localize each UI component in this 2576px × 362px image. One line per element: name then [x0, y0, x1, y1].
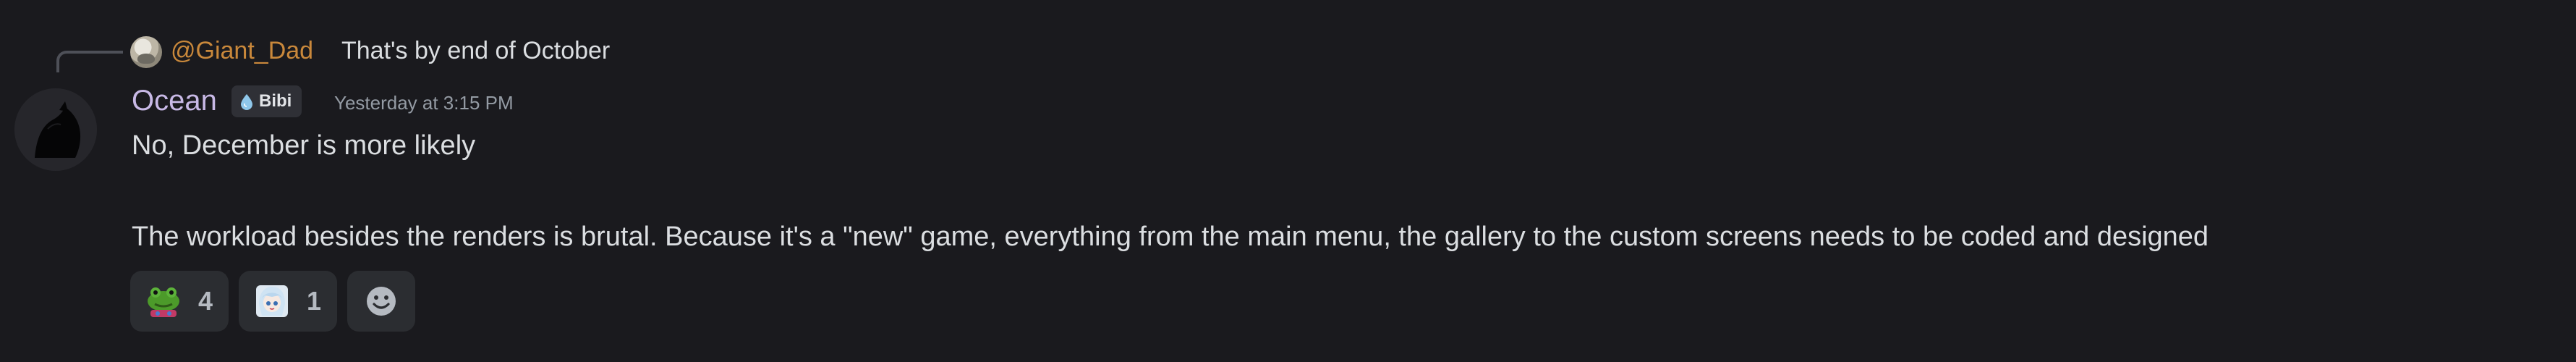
anime-girl-emoji-icon [256, 285, 289, 317]
reactions-bar: 4 1 [130, 271, 416, 332]
ocean-avatar-image [14, 88, 97, 171]
water-drop-icon [241, 94, 252, 110]
frog-emoji-icon [148, 287, 179, 317]
message-text-line: The workload besides the renders is brut… [132, 222, 2209, 252]
smiley-add-icon [367, 287, 396, 316]
reaction-count: 1 [307, 286, 322, 316]
reply-connector [56, 51, 123, 72]
message-timestamp[interactable]: Yesterday at 3:15 PM [334, 88, 514, 117]
message-text-line: No, December is more likely [132, 130, 476, 161]
reply-preview-text[interactable]: That's by end of October [341, 35, 610, 67]
role-tag[interactable]: Bibi [231, 85, 302, 117]
chat-message: @Giant_Dad That's by end of October Ocea… [0, 0, 2576, 362]
reaction-frog[interactable]: 4 [130, 271, 229, 332]
author-name[interactable]: Ocean [132, 83, 217, 119]
reaction-anime-girl[interactable]: 1 [239, 271, 338, 332]
avatar[interactable] [14, 88, 97, 171]
add-reaction-button[interactable] [347, 271, 416, 332]
reply-author-avatar[interactable] [130, 36, 162, 68]
reply-author-name[interactable]: @Giant_Dad [171, 35, 313, 67]
reaction-count: 4 [198, 286, 213, 316]
role-tag-label: Bibi [259, 91, 292, 111]
